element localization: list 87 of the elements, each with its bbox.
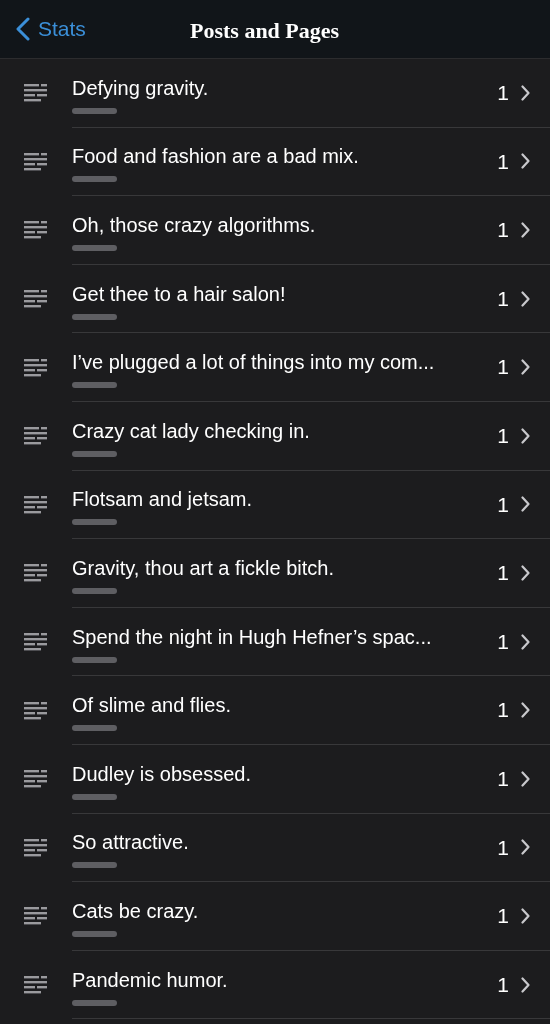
post-title: Dudley is obsessed.: [72, 761, 252, 786]
views-bar: [72, 107, 117, 114]
post-row[interactable]: Spend the night in Hugh Hefner’s spac... 1: [0, 607, 550, 677]
document-icon: [24, 770, 47, 789]
view-count: 1: [497, 766, 509, 792]
views-bar: [72, 313, 117, 320]
chevron-right-icon: [521, 290, 530, 307]
post-row[interactable]: Of slime and flies. 1: [0, 676, 550, 745]
view-count: 1: [497, 423, 509, 449]
views-bar: [72, 862, 117, 869]
view-count: 1: [497, 834, 509, 861]
views-bar: [72, 793, 117, 800]
chevron-right-icon: [521, 84, 530, 101]
post-title: Cats be crazy.: [72, 898, 200, 923]
document-icon: [24, 564, 47, 583]
post-title: I’ve plugged a lot of things into my com...: [72, 350, 436, 375]
document-icon: [24, 358, 47, 377]
post-title: Of slime and flies.: [72, 693, 232, 718]
views-bar: [72, 450, 117, 457]
post-row[interactable]: Oh, those crazy algorithms. 1: [0, 196, 550, 265]
chevron-right-icon: [521, 976, 530, 993]
post-row[interactable]: Get thee to a hair salon! 1: [0, 264, 550, 334]
view-count: 1: [497, 148, 509, 175]
chevron-right-icon: [521, 907, 530, 924]
chevron-right-icon: [521, 359, 530, 376]
post-title: Oh, those crazy algorithms.: [72, 213, 317, 237]
screen-title: Posts and Pages: [190, 17, 340, 45]
views-bar: [72, 382, 117, 389]
post-title: Defying gravity.: [72, 75, 210, 100]
chevron-right-icon: [521, 564, 530, 581]
views-bar: [72, 656, 117, 663]
post-row[interactable]: Defying gravity. 1: [0, 59, 550, 128]
post-row[interactable]: Flotsam and jetsam. 1: [0, 470, 550, 540]
chevron-right-icon: [521, 222, 530, 238]
chevron-right-icon: [521, 770, 530, 787]
chevron-right-icon: [521, 427, 530, 444]
chevron-right-icon: [521, 496, 530, 513]
view-count: 1: [497, 560, 509, 587]
post-title: Flotsam and jetsam.: [72, 487, 254, 512]
view-count: 1: [497, 354, 509, 381]
document-icon: [24, 976, 47, 994]
view-count: 1: [497, 628, 509, 655]
back-button[interactable]: Stats: [0, 13, 86, 45]
view-count: 1: [497, 285, 509, 312]
document-icon: [24, 427, 47, 446]
views-bar: [72, 725, 117, 732]
post-row[interactable]: Crazy cat lady checking in. 1: [0, 401, 550, 471]
post-title: Pandemic humor.: [72, 967, 229, 992]
post-row[interactable]: Gravity, thou art a fickle bitch. 1: [0, 539, 550, 608]
post-title: So attractive.: [72, 830, 190, 855]
view-count: 1: [497, 903, 509, 930]
post-title: Gravity, thou art a fickle bitch.: [72, 555, 335, 580]
document-icon: [24, 84, 47, 103]
chevron-right-icon: [521, 839, 530, 856]
chevron-right-icon: [521, 153, 530, 170]
views-bar: [72, 999, 117, 1006]
document-icon: [24, 633, 47, 652]
view-count: 1: [497, 491, 509, 518]
chevron-right-icon: [521, 702, 530, 719]
view-count: 1: [497, 697, 509, 724]
view-count: 1: [497, 971, 509, 998]
views-bar: [72, 930, 117, 937]
chevron-right-icon: [521, 633, 530, 650]
post-title: Get thee to a hair salon!: [72, 281, 287, 306]
post-row[interactable]: I’ve plugged a lot of things into my com... 1: [0, 333, 550, 402]
post-row[interactable]: Cats be crazy. 1: [0, 882, 550, 951]
views-bar: [72, 519, 117, 526]
post-row[interactable]: So attractive. 1: [0, 813, 550, 883]
document-icon: [24, 838, 47, 857]
document-icon: [24, 221, 47, 240]
post-title: Spend the night in Hugh Hefner’s spac...: [72, 624, 433, 649]
post-title: Crazy cat lady checking in.: [72, 418, 311, 443]
document-icon: [24, 152, 47, 171]
document-icon: [24, 495, 47, 514]
post-row[interactable]: Food and fashion are a bad mix. 1: [0, 127, 550, 197]
document-icon: [24, 701, 47, 720]
views-bar: [72, 587, 117, 594]
document-icon: [24, 907, 47, 926]
document-icon: [24, 290, 47, 309]
post-row[interactable]: Pandemic humor. 1: [0, 950, 550, 1020]
view-count: 1: [497, 217, 509, 244]
views-bar: [72, 245, 117, 251]
chevron-left-icon: [16, 17, 30, 41]
views-bar: [72, 176, 117, 183]
post-title: Food and fashion are a bad mix.: [72, 144, 360, 169]
view-count: 1: [497, 80, 509, 107]
post-row[interactable]: Dudley is obsessed. 1: [0, 744, 550, 814]
